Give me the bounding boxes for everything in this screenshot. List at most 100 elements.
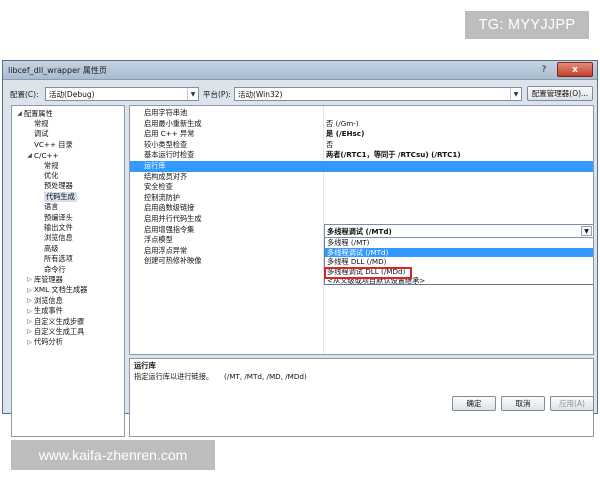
tree-item[interactable]: ◢ 配置属性 — [15, 108, 53, 119]
tree-item-label: 浏览信息 — [44, 233, 73, 243]
tree-item[interactable]: ▷ XML 文档生成器 — [25, 285, 87, 296]
tree-item[interactable]: 命令行 — [35, 264, 66, 275]
property-pages-dialog: libcef_dll_wrapper 属性页 ? x 配置(C): 活动(Deb… — [2, 60, 598, 437]
platform-value: 活动(Win32) — [238, 90, 283, 99]
property-name: 控制流防护 — [144, 192, 180, 202]
watermark-bottom: www.kaifa-zhenren.com — [11, 440, 215, 470]
config-select[interactable]: 活动(Debug) ▼ — [45, 87, 199, 101]
cancel-button[interactable]: 取消 — [501, 396, 545, 411]
tree-item[interactable]: 高级 — [35, 243, 58, 254]
tree-item-label: 代码生成 — [44, 191, 77, 202]
tree-item[interactable]: 常规 — [25, 118, 48, 129]
expand-arrow-icon[interactable]: ▷ — [25, 297, 34, 304]
apply-button[interactable]: 应用(A) — [550, 396, 594, 411]
property-name: 运行库 — [144, 161, 166, 170]
property-name: 启用增强指令集 — [144, 224, 195, 234]
property-row[interactable]: 较小类型检查 否 — [130, 140, 593, 151]
property-name: 启用并行代码生成 — [144, 214, 202, 223]
tree-item[interactable]: ▷ 自定义生成步骤 — [25, 316, 84, 327]
description-hint: (/MT, /MTd, /MD, /MDd) — [224, 372, 307, 381]
tree-item[interactable]: 浏览信息 — [35, 233, 73, 244]
tree-item-label: 浏览信息 — [34, 295, 63, 305]
expand-arrow-icon[interactable]: ▷ — [25, 339, 34, 346]
config-manager-button[interactable]: 配置管理器(O)... — [527, 86, 593, 101]
tree-item[interactable]: 语言 — [35, 202, 58, 213]
tree-item-label: 自定义生成步骤 — [34, 316, 85, 326]
chevron-down-icon[interactable]: ▼ — [581, 226, 592, 236]
tree-item[interactable]: 预编译头 — [35, 212, 73, 223]
config-label: 配置(C): — [10, 90, 39, 99]
tree-item-label: 调试 — [34, 129, 49, 139]
property-row[interactable]: 启用函数级链接 — [130, 203, 593, 214]
tree-item[interactable]: 所有选项 — [35, 254, 73, 265]
tree-item[interactable]: ◢ C/C++ — [25, 150, 59, 161]
description-text: 指定运行库以进行链接。 — [134, 372, 214, 381]
expand-arrow-icon[interactable]: ▷ — [25, 308, 34, 315]
tree-item[interactable]: 输出文件 — [35, 222, 73, 233]
property-name: 启用浮点异常 — [144, 245, 188, 255]
tree-item-label: VC++ 目录 — [34, 139, 73, 149]
highlight-box — [324, 267, 412, 279]
tree-item-label: C/C++ — [34, 150, 59, 160]
tree-item-label: 所有选项 — [44, 254, 73, 264]
tree-item-label: 预处理器 — [44, 181, 73, 191]
tree-item[interactable]: 常规 — [35, 160, 58, 171]
close-button[interactable]: x — [557, 62, 593, 77]
ok-button[interactable]: 确定 — [452, 396, 496, 411]
tree-item[interactable]: 预处理器 — [35, 181, 73, 192]
tree-item[interactable]: ▷ 库管理器 — [25, 274, 63, 285]
expand-arrow-icon[interactable]: ▷ — [25, 328, 34, 335]
tree-item-label: 优化 — [44, 170, 59, 180]
tree-item[interactable]: ▷ 生成事件 — [25, 306, 63, 317]
chevron-down-icon: ▼ — [187, 88, 198, 100]
tree-item[interactable]: 调试 — [25, 129, 48, 140]
property-value: 否 — [326, 139, 334, 149]
property-row[interactable]: 基本运行时检查 两者(/RTC1，等同于 /RTCsu) (/RTC1) — [130, 150, 593, 161]
property-row[interactable]: 运行库 — [130, 161, 593, 172]
property-row[interactable]: 安全检查 — [130, 182, 593, 193]
property-row[interactable]: 启用 C++ 异常 是 (/EHsc) — [130, 129, 593, 140]
property-name: 启用函数级链接 — [144, 203, 195, 213]
runtime-option-mt[interactable]: 多线程 (/MT) — [325, 238, 593, 248]
config-tree[interactable]: ◢ 配置属性 常规 调试 VC++ 目录 ◢ C/C++ 常规 优化 预处理器 代码生成 语言 预编译头… — [11, 105, 125, 437]
tree-item[interactable]: 优化 — [35, 170, 58, 181]
property-name: 启用最小重新生成 — [144, 118, 202, 128]
tree-item-label: 配置属性 — [24, 108, 53, 118]
help-button[interactable]: ? — [533, 62, 555, 77]
dialog-title: libcef_dll_wrapper 属性页 — [8, 66, 107, 75]
tree-item-label: 生成事件 — [34, 306, 63, 316]
tree-item[interactable]: VC++ 目录 — [25, 139, 73, 150]
tree-item-label: 常规 — [34, 118, 49, 128]
property-name: 启用字符串池 — [144, 108, 188, 117]
tree-item-label: 命令行 — [44, 264, 66, 274]
expand-arrow-icon[interactable]: ▷ — [25, 318, 34, 325]
tree-item[interactable]: 代码生成 — [35, 191, 77, 202]
tree-item[interactable]: ▷ 浏览信息 — [25, 295, 63, 306]
property-row[interactable]: 启用最小重新生成 否 (/Gm-) — [130, 119, 593, 130]
property-name: 安全检查 — [144, 182, 173, 192]
property-value: 两者(/RTC1，等同于 /RTCsu) (/RTC1) — [326, 150, 461, 160]
expand-arrow-icon[interactable]: ▷ — [25, 287, 34, 294]
runtime-option-mtd[interactable]: 多线程调试 (/MTd) — [325, 247, 593, 257]
property-name: 结构成员对齐 — [144, 171, 188, 181]
property-value: 否 (/Gm-) — [326, 118, 359, 128]
property-row[interactable]: 结构成员对齐 — [130, 172, 593, 183]
tree-item-label: 库管理器 — [34, 274, 63, 284]
property-row[interactable]: 控制流防护 — [130, 193, 593, 204]
tree-item-label: 高级 — [44, 243, 59, 253]
runtime-option-md[interactable]: 多线程 DLL (/MD) — [325, 257, 593, 267]
tree-item-label: 自定义生成工具 — [34, 326, 85, 336]
description-title: 运行库 — [134, 361, 156, 370]
tree-item[interactable]: ▷ 代码分析 — [25, 337, 63, 348]
platform-select[interactable]: 活动(Win32) ▼ — [234, 87, 522, 101]
chevron-down-icon: ▼ — [510, 88, 521, 100]
tree-item[interactable]: ▷ 自定义生成工具 — [25, 326, 84, 337]
watermark-top: TG: MYYJJPP — [465, 11, 589, 39]
collapse-arrow-icon[interactable]: ◢ — [15, 110, 24, 117]
runtime-library-combo[interactable]: 多线程调试 (/MTd) ▼ — [324, 224, 593, 238]
property-grid[interactable]: 启用字符串池 启用最小重新生成 否 (/Gm-) 启用 C++ 异常 是 (/EHsc)… — [129, 105, 594, 355]
property-row[interactable]: 启用字符串池 — [130, 108, 593, 119]
property-row[interactable]: 启用并行代码生成 — [130, 214, 593, 225]
collapse-arrow-icon[interactable]: ◢ — [25, 152, 34, 159]
expand-arrow-icon[interactable]: ▷ — [25, 276, 34, 283]
